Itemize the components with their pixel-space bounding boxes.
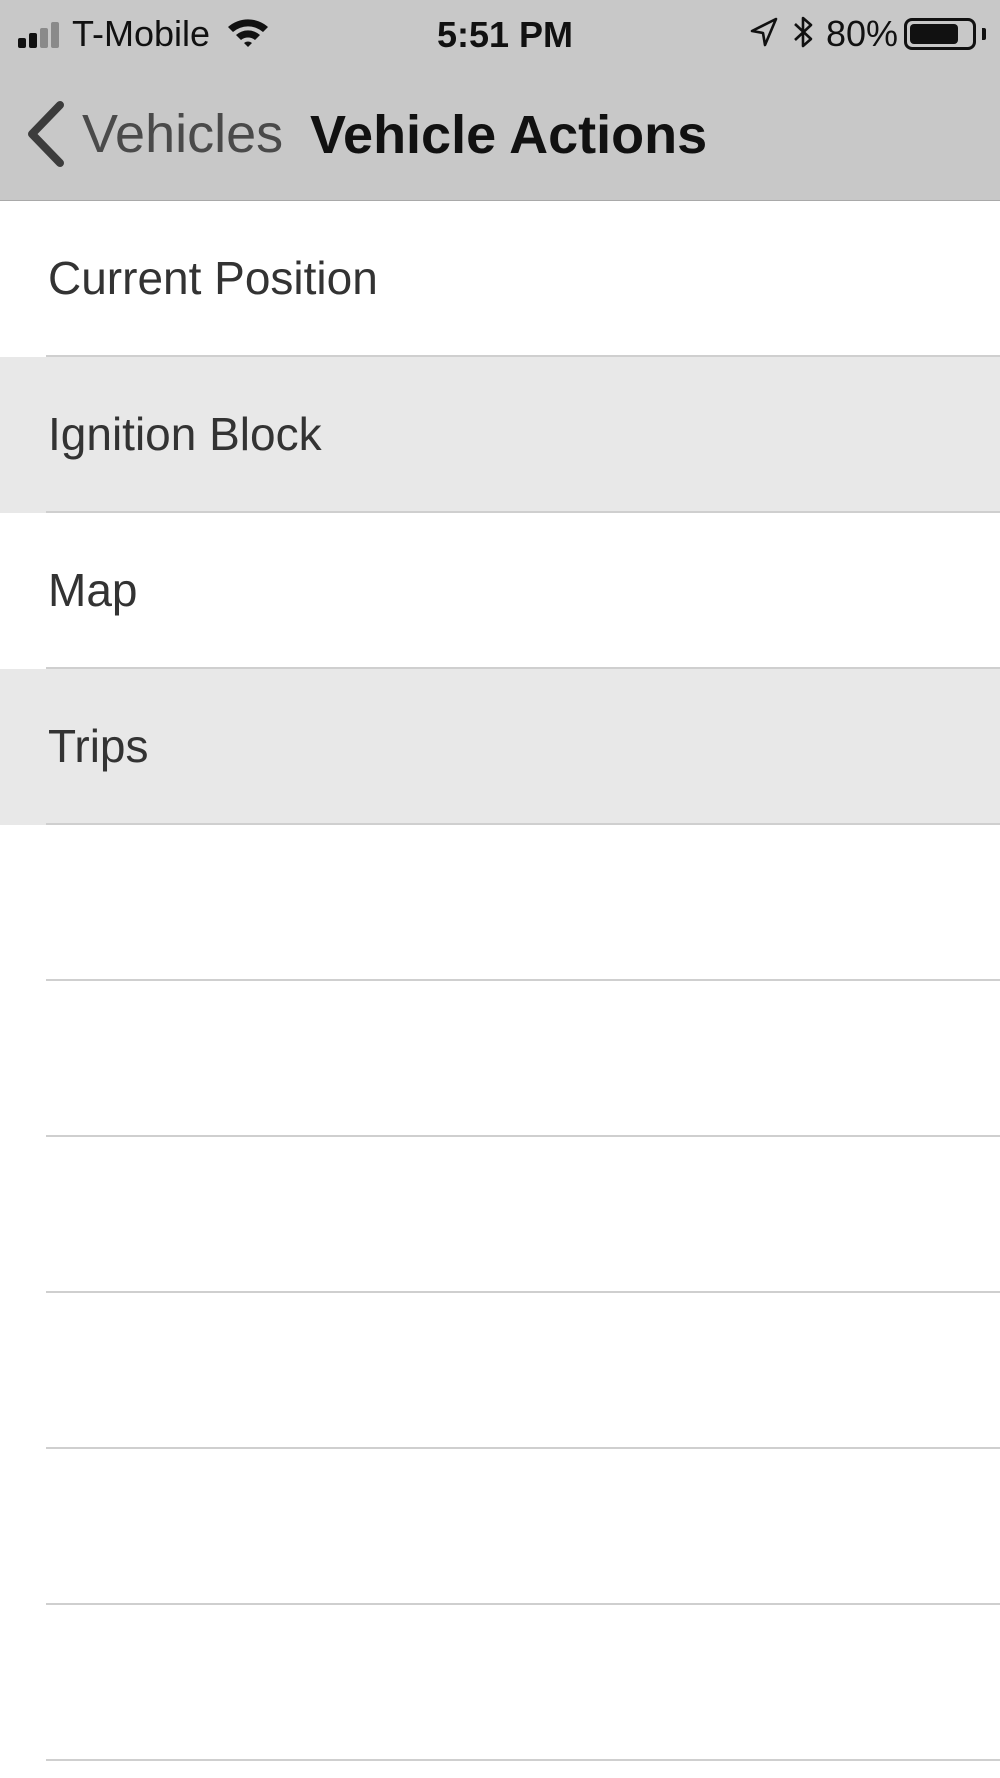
empty-row — [0, 1293, 1000, 1449]
list-item-label: Map — [48, 564, 138, 616]
back-button[interactable]: Vehicles — [26, 96, 283, 172]
battery-icon — [904, 18, 976, 50]
list-item-map[interactable]: Map — [0, 513, 1000, 669]
battery-percent: 80% — [825, 13, 898, 54]
status-right: 80% — [750, 12, 986, 56]
empty-row — [0, 981, 1000, 1137]
list-item-label: Current Position — [48, 252, 378, 304]
empty-row — [0, 1605, 1000, 1761]
empty-row — [0, 825, 1000, 981]
list-item-current-position[interactable]: Current Position — [0, 201, 1000, 357]
list-item-ignition-block[interactable]: Ignition Block — [0, 357, 1000, 513]
bluetooth-icon — [792, 14, 816, 55]
empty-row — [0, 1137, 1000, 1293]
list-item-trips[interactable]: Trips — [0, 669, 1000, 825]
list-item-label: Trips — [48, 720, 149, 772]
empty-row — [0, 1449, 1000, 1605]
row-separator — [46, 1759, 1000, 1761]
navigation-bar: Vehicles Vehicle Actions — [0, 68, 1000, 201]
page-title: Vehicle Actions — [310, 105, 708, 165]
chevron-left-icon — [26, 101, 64, 167]
battery-tip — [982, 28, 986, 40]
vehicle-actions-list: Current Position Ignition Block Map Trip… — [0, 201, 1000, 1761]
location-arrow-icon — [750, 17, 778, 52]
battery-fill — [910, 24, 958, 44]
back-label: Vehicles — [82, 104, 284, 164]
status-bar: T-Mobile 5:51 PM 80% — [0, 0, 1000, 68]
list-item-label: Ignition Block — [48, 408, 322, 460]
